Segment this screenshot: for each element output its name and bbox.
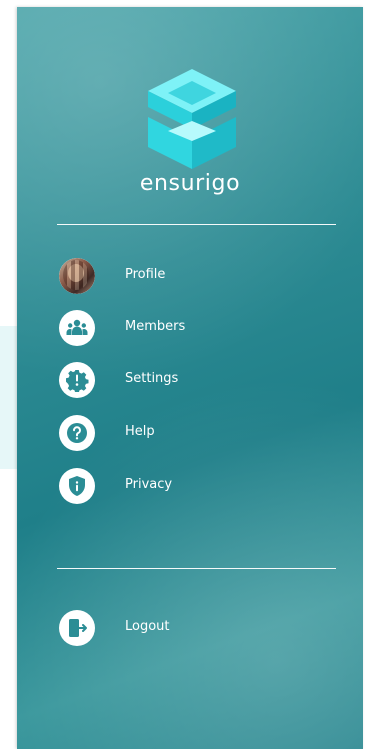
background-panel-strip: [0, 326, 17, 469]
menu-item-profile[interactable]: Profile: [57, 256, 337, 296]
privacy-icon: [59, 468, 95, 504]
side-drawer: ensurigo Profile Members Settings Help P…: [17, 7, 363, 749]
menu-item-label: Privacy: [125, 477, 173, 492]
members-icon: [59, 310, 95, 346]
menu-item-privacy[interactable]: Privacy: [57, 466, 337, 506]
menu-item-members[interactable]: Members: [57, 308, 337, 348]
menu-item-label: Members: [125, 319, 186, 334]
avatar: [59, 258, 95, 294]
settings-icon: [59, 362, 95, 398]
menu-item-settings[interactable]: Settings: [57, 360, 337, 400]
divider-bottom: [57, 568, 336, 569]
menu-item-label: Help: [125, 424, 155, 439]
brand-name: ensurigo: [139, 171, 241, 196]
menu-item-help[interactable]: Help: [57, 413, 337, 453]
menu-item-label: Settings: [125, 371, 179, 386]
help-icon: [59, 415, 95, 451]
logout-label: Logout: [125, 619, 170, 634]
logout-button[interactable]: Logout: [57, 608, 337, 648]
menu-item-label: Profile: [125, 267, 166, 282]
divider-top: [57, 224, 336, 225]
logout-icon: [59, 610, 95, 646]
ensurigo-logo-icon: [148, 69, 236, 169]
